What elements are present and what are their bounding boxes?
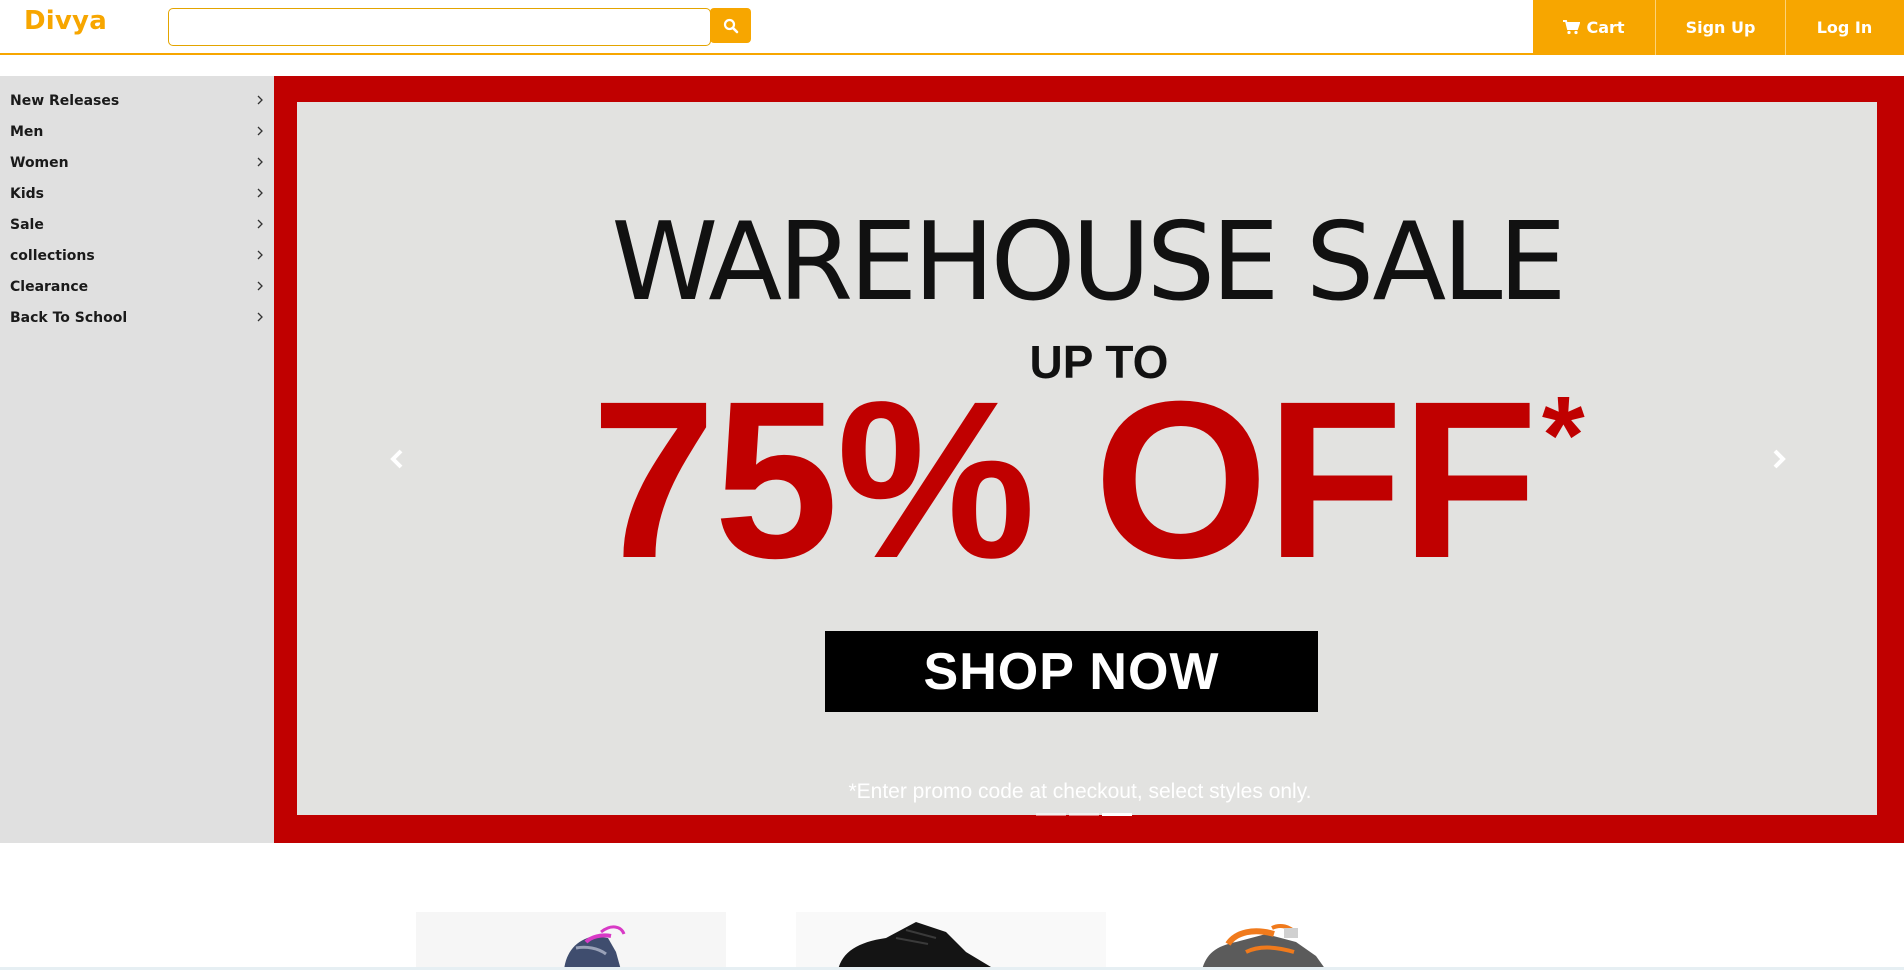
product-strip [0,912,1904,970]
sneaker-image [796,912,1106,970]
chevron-right-icon [1773,449,1786,469]
sidebar-item-label: Men [10,123,44,140]
chevron-right-icon [257,312,263,322]
header: Divya Cart Sign Up Log In [0,0,1904,55]
chevron-left-icon [390,449,403,469]
sidebar-item-label: Clearance [10,278,89,295]
search-button[interactable] [710,8,751,43]
cart-label: Cart [1586,18,1625,37]
product-card-pink-lace-sneaker[interactable] [416,912,726,970]
sidebar-item-label: collections [10,247,95,264]
cart-icon [1563,20,1581,35]
sidebar-item-label: New Releases [10,92,120,109]
log-in-label: Log In [1816,18,1873,37]
sidebar-item-new-releases[interactable]: New Releases [0,85,274,116]
sidebar-item-back-to-school[interactable]: Back To School [0,302,274,333]
banner-discount: 75% OFF* [297,357,1877,603]
chevron-right-icon [257,188,263,198]
sale-banner[interactable]: WAREHOUSE SALE UP TO 75% OFF* SHOP NOW *… [274,76,1904,843]
carousel-indicator[interactable] [1036,813,1066,816]
sidebar-item-women[interactable]: Women [0,147,274,178]
sign-up-button[interactable]: Sign Up [1656,0,1786,55]
chevron-right-icon [257,281,263,291]
brand-logo[interactable]: Divya [24,6,107,36]
sign-up-label: Sign Up [1685,18,1756,37]
sidebar-item-label: Sale [10,216,44,233]
header-nav: Cart Sign Up Log In [1533,0,1904,55]
sidebar-item-men[interactable]: Men [0,116,274,147]
sidebar-item-label: Back To School [10,309,128,326]
hero-carousel: WAREHOUSE SALE UP TO 75% OFF* SHOP NOW *… [274,76,1904,843]
chevron-right-icon [257,219,263,229]
carousel-indicators [1036,813,1132,816]
shop-now-button[interactable]: SHOP NOW [825,631,1318,712]
log-in-button[interactable]: Log In [1786,0,1903,55]
search-icon [723,18,739,34]
product-card-orange-lace-sneaker[interactable] [1176,912,1486,970]
category-sidebar: New Releases Men Women Kids Sale collect… [0,76,274,843]
sneaker-image [416,912,726,970]
banner-headline: WAREHOUSE SALE [611,200,1566,325]
product-card-black-sneaker[interactable] [796,912,1106,970]
sidebar-item-label: Kids [10,185,45,202]
header-divider [0,53,1534,55]
promo-footnote: *Enter promo code at checkout, select st… [848,780,1312,803]
carousel-prev-button[interactable] [382,444,412,474]
chevron-right-icon [257,157,263,167]
carousel-indicator-active[interactable] [1102,813,1132,816]
chevron-right-icon [257,95,263,105]
chevron-right-icon [257,126,263,136]
discount-text: 75% OFF [591,355,1537,605]
sidebar-item-sale[interactable]: Sale [0,209,274,240]
sneaker-image [1176,912,1486,970]
cart-button[interactable]: Cart [1533,0,1656,55]
carousel-next-button[interactable] [1764,444,1794,474]
sidebar-item-label: Women [10,154,69,171]
chevron-right-icon [257,250,263,260]
carousel-indicator[interactable] [1069,813,1099,816]
banner-panel: WAREHOUSE SALE UP TO 75% OFF* SHOP NOW *… [297,102,1877,815]
sidebar-item-collections[interactable]: collections [0,240,274,271]
sidebar-item-clearance[interactable]: Clearance [0,271,274,302]
search-input[interactable] [168,8,711,46]
sidebar-item-kids[interactable]: Kids [0,178,274,209]
discount-asterisk: * [1541,374,1585,497]
